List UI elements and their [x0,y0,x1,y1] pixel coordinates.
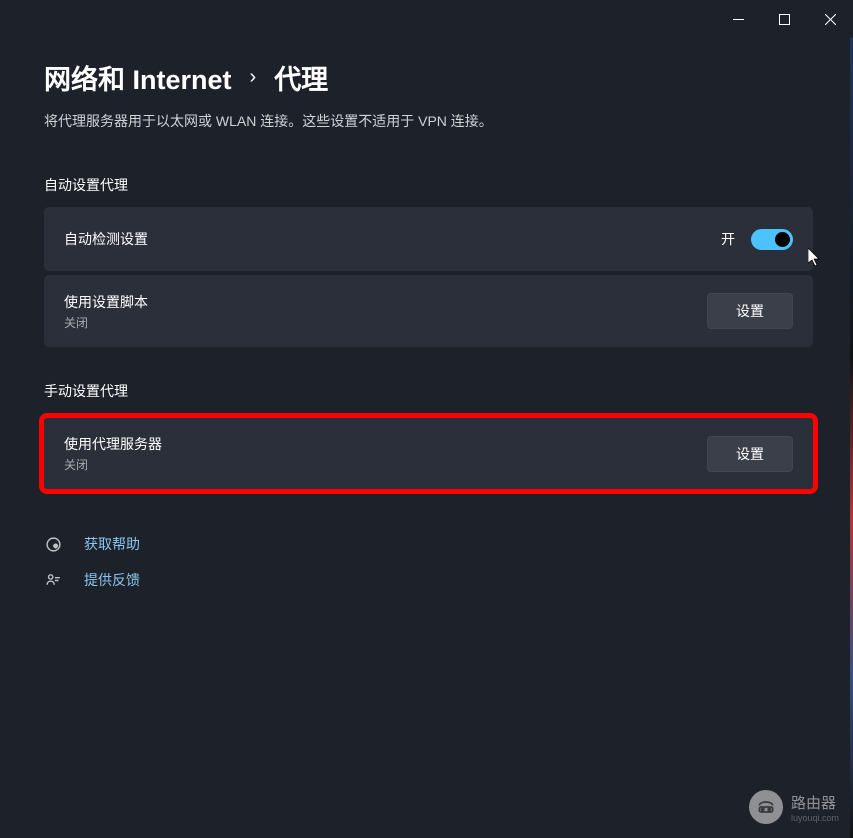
proxy-server-card: 使用代理服务器 关闭 设置 [39,413,818,494]
proxy-settings-button[interactable]: 设置 [707,436,793,472]
breadcrumb-current: 代理 [274,58,328,97]
proxy-server-status: 关闭 [64,456,162,473]
manual-proxy-section: 手动设置代理 使用代理服务器 关闭 设置 [44,381,813,494]
window-titlebar [0,0,853,38]
watermark: 路由器 luyouqi.com [749,790,839,824]
breadcrumb-parent[interactable]: 网络和 Internet [44,58,232,97]
card-left: 使用设置脚本 关闭 [64,292,148,331]
maximize-button[interactable] [761,0,807,38]
feedback-text: 提供反馈 [84,570,140,590]
toggle-knob [775,232,790,247]
setup-script-status: 关闭 [64,314,148,331]
feedback-link[interactable]: 提供反馈 [44,570,813,590]
get-help-link[interactable]: ? 获取帮助 [44,534,813,554]
card-left: 自动检测设置 [64,229,148,249]
card-right: 开 [721,229,793,250]
get-help-text: 获取帮助 [84,534,140,554]
auto-detect-label: 自动检测设置 [64,229,148,249]
close-icon [825,14,836,25]
script-settings-button[interactable]: 设置 [707,293,793,329]
section-title-manual: 手动设置代理 [44,381,813,401]
chevron-right-icon: › [250,66,257,89]
auto-detect-toggle[interactable] [751,229,793,250]
maximize-icon [779,14,790,25]
watermark-url: luyouqi.com [791,813,839,823]
auto-detect-card[interactable]: 自动检测设置 开 [44,207,813,271]
setup-script-card: 使用设置脚本 关闭 设置 [44,275,813,347]
page-description: 将代理服务器用于以太网或 WLAN 连接。这些设置不适用于 VPN 连接。 [44,111,813,131]
auto-proxy-section: 自动设置代理 自动检测设置 开 使用设置脚本 关闭 设置 [44,175,813,347]
proxy-server-label: 使用代理服务器 [64,434,162,454]
help-icon: ? [44,535,62,553]
watermark-text: 路由器 luyouqi.com [791,792,839,823]
watermark-logo-icon [749,790,783,824]
minimize-icon [733,14,744,25]
breadcrumb: 网络和 Internet › 代理 [44,58,813,97]
card-left: 使用代理服务器 关闭 [64,434,162,473]
section-title-auto: 自动设置代理 [44,175,813,195]
card-right: 设置 [707,436,793,472]
toggle-state-label: 开 [721,229,735,249]
help-links: ? 获取帮助 提供反馈 [44,534,813,590]
card-right: 设置 [707,293,793,329]
feedback-icon [44,571,62,589]
setup-script-label: 使用设置脚本 [64,292,148,312]
close-button[interactable] [807,0,853,38]
svg-text:?: ? [54,543,57,549]
main-content: 网络和 Internet › 代理 将代理服务器用于以太网或 WLAN 连接。这… [0,38,853,590]
watermark-title: 路由器 [791,792,839,813]
minimize-button[interactable] [715,0,761,38]
